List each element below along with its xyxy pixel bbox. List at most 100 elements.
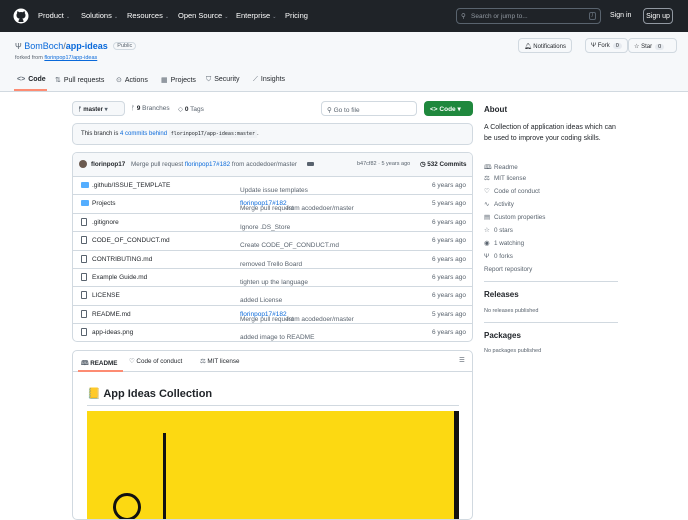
about-item[interactable]: ▤ Custom properties xyxy=(484,214,545,221)
law-icon: ⚖ xyxy=(200,358,206,365)
chevron-down-icon: ⌄ xyxy=(272,14,277,20)
file-row[interactable]: .github/ISSUE_TEMPLATE Update issue templ… xyxy=(73,176,472,194)
file-name-link[interactable]: CONTRIBUTING.md xyxy=(92,256,152,263)
code-dropdown-button[interactable]: <> Code ▾ xyxy=(424,101,473,116)
nav-resources[interactable]: Resources ⌄ xyxy=(127,11,169,20)
file-row[interactable]: README.md Merge pull request florinpop17#… xyxy=(73,304,472,323)
heart-icon: ♡ xyxy=(129,358,135,365)
github-logo-icon[interactable] xyxy=(13,8,29,24)
report-repository-link[interactable]: Report repository xyxy=(484,266,532,273)
repo-name-link[interactable]: app-ideas xyxy=(66,41,108,51)
chevron-down-icon: ⌄ xyxy=(113,14,119,20)
table-icon: ▦ xyxy=(161,77,168,84)
tab-actions[interactable]: ⊙ Actions xyxy=(116,76,148,84)
commits-link[interactable]: ◷ 532 Commits xyxy=(420,161,466,168)
search-shortcut: / xyxy=(588,12,596,20)
file-row[interactable]: CODE_OF_CONDUCT.md Create CODE_OF_CONDUCT… xyxy=(73,231,472,249)
tab-pull-requests[interactable]: ⇅ Pull requests xyxy=(55,76,104,84)
file-row[interactable]: LICENSE added License 6 years ago xyxy=(73,286,472,304)
about-item[interactable]: Ψ 0 forks xyxy=(484,253,513,260)
fork-button[interactable]: Ψ Fork 0 xyxy=(585,38,628,53)
image-line xyxy=(163,433,166,519)
file-commit-time: 6 years ago xyxy=(432,274,466,281)
readme-tab-license[interactable]: ⚖ MIT license xyxy=(200,358,239,365)
about-item[interactable]: ⚖ MIT license xyxy=(484,175,526,182)
readme-tab-readme[interactable]: 🕮︎ README xyxy=(81,358,117,369)
file-commit-message[interactable]: Merge pull request florinpop17#182 from … xyxy=(240,311,354,323)
go-to-file-input[interactable]: ⚲ Go to file xyxy=(321,101,417,116)
branch-status-banner: This branch is 4 commits behind florinpo… xyxy=(72,123,473,145)
readme-tab-code-of-conduct[interactable]: ♡ Code of conduct xyxy=(129,358,182,365)
tags-link[interactable]: ◇ 0 Tags xyxy=(178,105,204,113)
file-name-link[interactable]: CODE_OF_CONDUCT.md xyxy=(92,237,170,244)
file-name-link[interactable]: LICENSE xyxy=(92,292,120,299)
readme-tabs: 🕮︎ README ♡ Code of conduct ⚖ MIT licens… xyxy=(73,351,472,372)
nav-product[interactable]: Product ⌄ xyxy=(38,11,70,20)
file-icon xyxy=(81,309,87,318)
packages-title[interactable]: Packages xyxy=(484,331,521,340)
file-row[interactable]: app-ideas.png added image to README 6 year… xyxy=(73,323,472,341)
file-name-link[interactable]: .gitignore xyxy=(92,219,119,226)
file-browser: florinpop17 Merge pull request florinpop… xyxy=(72,152,473,342)
active-tab-underline xyxy=(14,89,47,91)
file-name-link[interactable]: Projects xyxy=(92,200,115,207)
about-item-label: Code of conduct xyxy=(494,188,540,195)
branches-link[interactable]: ᚠ 9 Branches xyxy=(131,105,170,112)
file-row[interactable]: Projects Merge pull request florinpop17#1… xyxy=(73,194,472,212)
commit-author[interactable]: florinpop17 xyxy=(91,161,125,168)
tab-insights[interactable]: ⟋ Insights xyxy=(253,76,285,84)
about-item[interactable]: ◉ 1 watching xyxy=(484,240,524,247)
file-row[interactable]: .gitignore Ignore .DS_Store 6 years ago xyxy=(73,212,472,231)
file-icon xyxy=(81,236,87,245)
file-name-link[interactable]: Example Guide.md xyxy=(92,274,147,281)
about-item[interactable]: 🕮︎ Readme xyxy=(484,162,518,173)
nav-open-source[interactable]: Open Source ⌄ xyxy=(178,11,228,20)
about-item[interactable]: ☆ 0 stars xyxy=(484,227,513,234)
pr-link[interactable]: florinpop17#182 xyxy=(185,161,230,168)
code-icon: <> xyxy=(17,76,26,83)
branch-select[interactable]: ᚠ master ▾ xyxy=(72,101,125,116)
book-icon: 🕮︎ xyxy=(81,360,89,367)
commit-sha-time[interactable]: b47cf82 · 5 years ago xyxy=(357,161,410,167)
sign-up-button[interactable]: Sign up xyxy=(643,8,673,24)
repo-title: Ψ BomBoch/app-ideas Public xyxy=(15,41,137,51)
star-button[interactable]: ☆ Star 0 xyxy=(628,38,677,53)
file-name-link[interactable]: app-ideas.png xyxy=(92,329,133,336)
sign-in-link[interactable]: Sign in xyxy=(610,12,631,19)
about-item-label: MIT license xyxy=(494,175,527,182)
notebook-icon: 📒 xyxy=(87,388,101,400)
about-item[interactable]: ∿ Activity xyxy=(484,201,514,208)
global-header: Product ⌄ Solutions ⌄ Resources ⌄ Open Sour… xyxy=(0,0,688,32)
tab-projects[interactable]: ▦ Projects xyxy=(161,76,196,84)
file-row[interactable]: CONTRIBUTING.md removed Trello Board 6 yea… xyxy=(73,249,472,268)
book-icon: 🕮︎ xyxy=(484,164,492,171)
commits-behind-link[interactable]: 4 commits behind xyxy=(120,131,167,137)
file-name-link[interactable]: README.md xyxy=(92,311,131,318)
file-commit-time: 6 years ago xyxy=(432,182,466,189)
nav-enterprise[interactable]: Enterprise ⌄ xyxy=(236,11,276,20)
tab-code[interactable]: <> Code xyxy=(17,76,46,83)
ellipsis-icon[interactable] xyxy=(307,162,314,166)
fork-icon: Ψ xyxy=(15,42,22,51)
releases-empty: No releases published xyxy=(484,308,539,314)
outline-menu-icon[interactable]: ☰ xyxy=(459,357,465,364)
notifications-button[interactable]: 🔔︎ Notifications xyxy=(518,38,572,53)
about-item[interactable]: ♡ Code of conduct xyxy=(484,188,540,195)
file-commit-time: 6 years ago xyxy=(432,292,466,300)
tab-security[interactable]: ⛉ Security xyxy=(206,76,240,84)
file-name-link[interactable]: .github/ISSUE_TEMPLATE xyxy=(92,182,170,189)
pull-request-icon: ⇅ xyxy=(55,77,61,84)
repo-owner-link[interactable]: BomBoch xyxy=(24,41,63,51)
bulb-icon xyxy=(113,493,141,519)
search-input[interactable]: ⚲ Search or jump to... / xyxy=(456,8,601,24)
file-commit-time: 6 years ago xyxy=(432,237,466,245)
latest-commit: florinpop17 Merge pull request florinpop… xyxy=(73,153,472,176)
forked-from-link[interactable]: florinpop17/app-ideas xyxy=(44,55,97,61)
about-item-label: Custom properties xyxy=(494,214,546,221)
nav-pricing[interactable]: Pricing xyxy=(285,11,308,20)
file-row[interactable]: Example Guide.md tighten up the language 6… xyxy=(73,268,472,286)
nav-solutions[interactable]: Solutions ⌄ xyxy=(81,11,118,20)
releases-title[interactable]: Releases xyxy=(484,290,519,299)
file-commit-message[interactable]: Merge pull request florinpop17#182 from … xyxy=(240,200,354,212)
file-icon xyxy=(81,328,87,337)
